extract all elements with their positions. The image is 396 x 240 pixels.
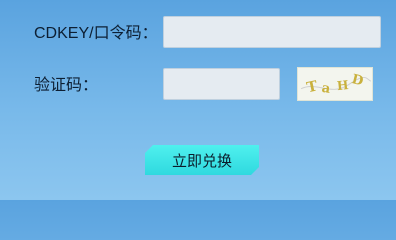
captcha-label: 验证码： bbox=[34, 77, 99, 94]
captcha-char-1: T bbox=[305, 78, 319, 96]
captcha-input[interactable] bbox=[163, 68, 280, 100]
captcha-char-4: D bbox=[350, 72, 365, 89]
cdkey-input[interactable] bbox=[163, 16, 381, 48]
redeem-button[interactable]: 立即兑换 bbox=[145, 145, 259, 175]
captcha-char-3: H bbox=[336, 78, 349, 93]
captcha-image[interactable]: T a H D bbox=[297, 67, 373, 101]
captcha-graphic: T a H D bbox=[300, 72, 372, 97]
cdkey-label: CDKEY/口令码： bbox=[34, 25, 158, 42]
captcha-char-2: a bbox=[321, 81, 332, 97]
